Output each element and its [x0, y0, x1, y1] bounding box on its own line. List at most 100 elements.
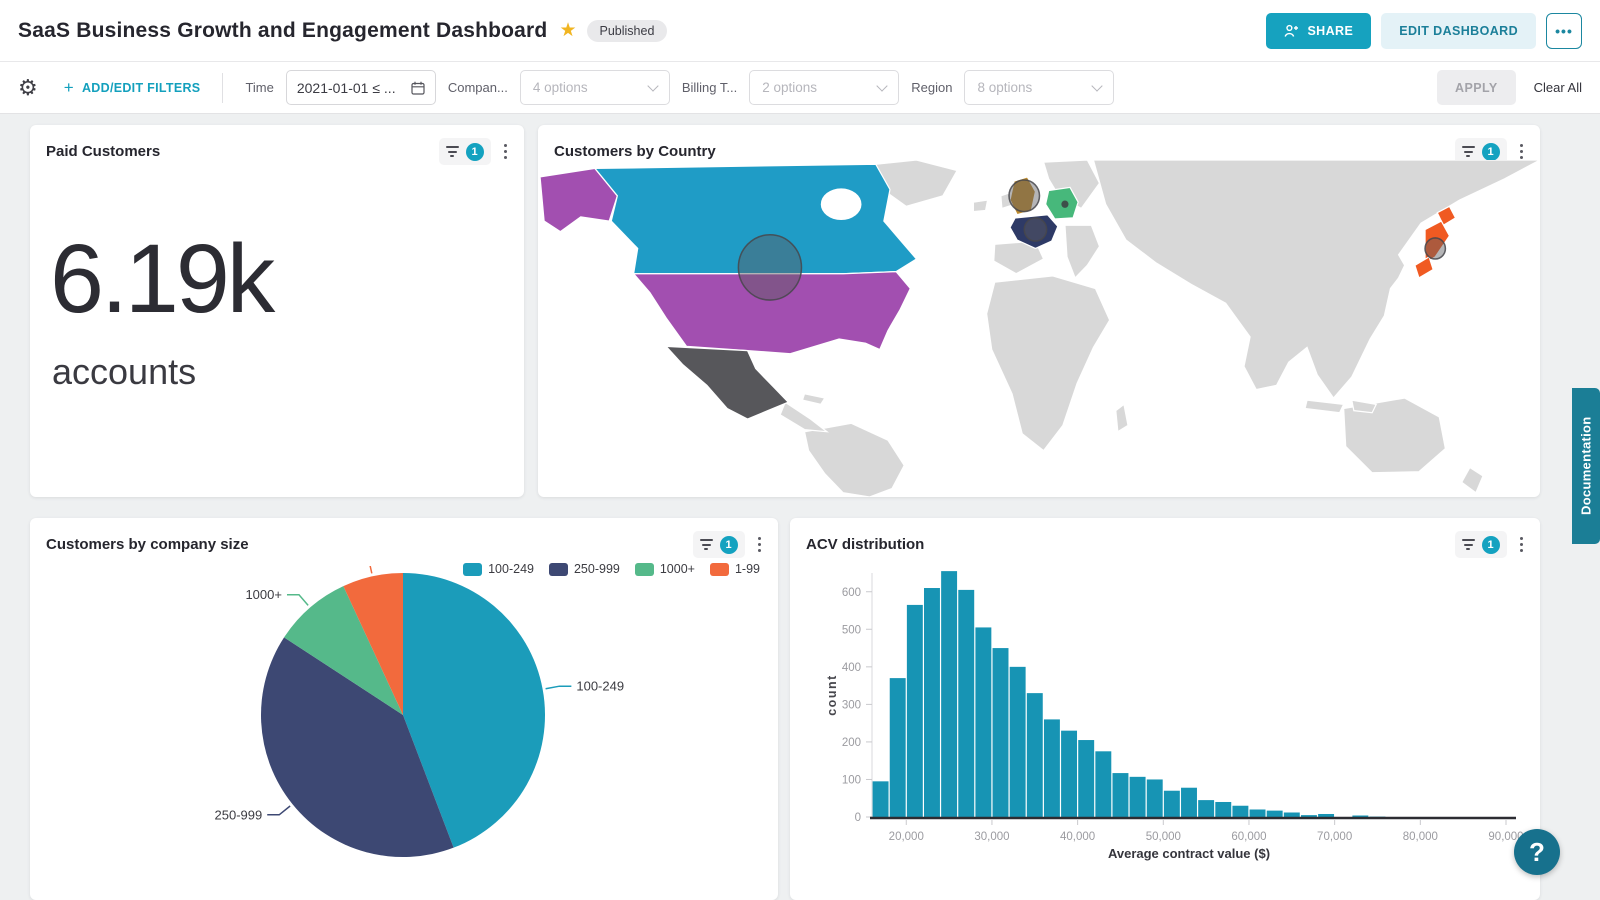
y-tick-label: 600 — [842, 587, 861, 599]
hist-bar[interactable] — [1147, 779, 1163, 817]
app-header: SaaS Business Growth and Engagement Dash… — [0, 0, 1600, 62]
hist-bar[interactable] — [1250, 809, 1266, 817]
customers-by-country-card: Customers by Country 1 — [538, 125, 1540, 497]
x-tick-label: 60,000 — [1231, 831, 1266, 843]
region-filter-select[interactable]: 8 options — [964, 70, 1114, 105]
documentation-tab[interactable]: Documentation — [1572, 388, 1600, 544]
add-edit-filters-button[interactable]: + ADD/EDIT FILTERS — [64, 78, 201, 98]
status-badge: Published — [587, 20, 668, 42]
region-filter-value: 8 options — [977, 80, 1032, 95]
y-tick-label: 200 — [842, 737, 861, 749]
filter-count-badge: 1 — [720, 536, 738, 554]
hist-bar[interactable] — [1318, 814, 1334, 817]
hist-bar[interactable] — [1267, 811, 1283, 817]
gear-icon[interactable]: ⚙ — [18, 77, 38, 99]
x-tick-label: 30,000 — [974, 831, 1009, 843]
hist-bar[interactable] — [907, 605, 923, 817]
hist-bar[interactable] — [1112, 773, 1128, 817]
y-tick-label: 400 — [842, 662, 861, 674]
y-axis-title: count — [825, 674, 839, 716]
hist-bar[interactable] — [1010, 667, 1026, 817]
kpi-value: 6.19k — [50, 223, 524, 335]
card-title: Customers by company size — [46, 536, 249, 553]
time-filter-value: 2021-01-01 ≤ ... — [297, 80, 396, 96]
more-options-button[interactable]: ••• — [1546, 13, 1582, 49]
hist-bar[interactable] — [1181, 788, 1197, 817]
country-japan — [1415, 257, 1433, 278]
x-axis-title: Average contract value ($) — [1108, 846, 1270, 861]
hist-bar[interactable] — [1284, 812, 1300, 817]
hist-bar[interactable] — [873, 781, 889, 817]
hist-bar[interactable] — [941, 571, 957, 817]
widget-filter-chip[interactable]: 1 — [439, 138, 491, 165]
filter-icon — [1462, 146, 1475, 157]
pie-chart[interactable]: 100-249250-9991000+1-99 — [30, 566, 778, 900]
hist-bar[interactable] — [890, 678, 906, 817]
y-tick-label: 0 — [855, 812, 861, 824]
chevron-down-icon — [647, 80, 658, 91]
hist-bar[interactable] — [1044, 719, 1060, 817]
share-user-icon — [1284, 24, 1299, 38]
page-title: SaaS Business Growth and Engagement Dash… — [18, 19, 547, 43]
company-filter-select[interactable]: 4 options — [520, 70, 670, 105]
chevron-down-icon — [1092, 80, 1103, 91]
hist-bar[interactable] — [924, 588, 940, 817]
card-title: Customers by Country — [554, 143, 716, 160]
hist-bar[interactable] — [958, 590, 974, 817]
company-filter-label: Compan... — [448, 80, 508, 95]
help-button[interactable]: ? — [1514, 829, 1560, 875]
kebab-menu-icon[interactable] — [501, 140, 511, 164]
x-tick-label: 50,000 — [1146, 831, 1181, 843]
hist-bar[interactable] — [1061, 731, 1077, 817]
hist-bar[interactable] — [1164, 791, 1180, 817]
y-tick-label: 100 — [842, 774, 861, 786]
x-tick-label: 70,000 — [1317, 831, 1352, 843]
world-map[interactable] — [538, 160, 1540, 497]
hist-bar[interactable] — [1215, 802, 1231, 817]
billing-filter-label: Billing T... — [682, 80, 737, 95]
hist-bar[interactable] — [993, 648, 1009, 817]
hist-bar[interactable] — [1232, 806, 1248, 817]
clear-all-button[interactable]: Clear All — [1534, 80, 1582, 95]
pie-slice-label: 250-999 — [215, 807, 263, 822]
filter-count-badge: 1 — [1482, 143, 1500, 161]
pie-slice-label: 1000+ — [245, 587, 282, 602]
share-button-label: SHARE — [1307, 24, 1353, 38]
billing-filter-value: 2 options — [762, 80, 817, 95]
hist-bar[interactable] — [975, 627, 991, 817]
apply-button[interactable]: APPLY — [1437, 70, 1516, 105]
x-tick-label: 40,000 — [1060, 831, 1095, 843]
favorite-star-icon[interactable]: ★ — [559, 19, 576, 42]
time-filter-label: Time — [245, 80, 273, 95]
plus-icon: + — [64, 78, 74, 98]
hist-bar[interactable] — [1027, 693, 1043, 817]
pie-slice-label: 100-249 — [576, 679, 624, 694]
y-tick-label: 300 — [842, 699, 861, 711]
hist-bar[interactable] — [1301, 815, 1317, 817]
histogram-chart[interactable]: 0 100 200 300 400 500 600 20,000 30,000 40,000 50,… — [790, 518, 1540, 900]
customers-by-company-size-card: Customers by company size 1 100-249 250-9… — [30, 518, 778, 900]
hudson-bay — [821, 188, 862, 220]
hist-bar[interactable] — [1078, 740, 1094, 817]
share-button[interactable]: SHARE — [1266, 13, 1371, 49]
company-filter-value: 4 options — [533, 80, 588, 95]
kebab-menu-icon[interactable] — [755, 533, 765, 557]
widget-filter-chip[interactable]: 1 — [693, 531, 745, 558]
y-tick-label: 500 — [842, 624, 861, 636]
acv-distribution-card: ACV distribution 1 010020030040050060020… — [790, 518, 1540, 900]
filter-icon — [700, 539, 713, 550]
time-filter-input[interactable]: 2021-01-01 ≤ ... — [286, 70, 436, 105]
calendar-icon — [411, 81, 425, 95]
hist-bar[interactable] — [1095, 751, 1111, 817]
billing-filter-select[interactable]: 2 options — [749, 70, 899, 105]
filter-bar: ⚙ + ADD/EDIT FILTERS Time 2021-01-01 ≤ .… — [0, 62, 1600, 114]
kpi-unit: accounts — [52, 351, 524, 393]
country-mexico — [666, 346, 788, 419]
hist-bar[interactable] — [1198, 800, 1214, 817]
filter-count-badge: 1 — [466, 143, 484, 161]
edit-dashboard-button[interactable]: EDIT DASHBOARD — [1381, 13, 1536, 49]
hist-bar[interactable] — [1130, 777, 1146, 817]
add-edit-filters-label: ADD/EDIT FILTERS — [82, 81, 200, 95]
x-tick-label: 20,000 — [889, 831, 924, 843]
paid-customers-card: Paid Customers 1 6.19k accounts — [30, 125, 524, 497]
